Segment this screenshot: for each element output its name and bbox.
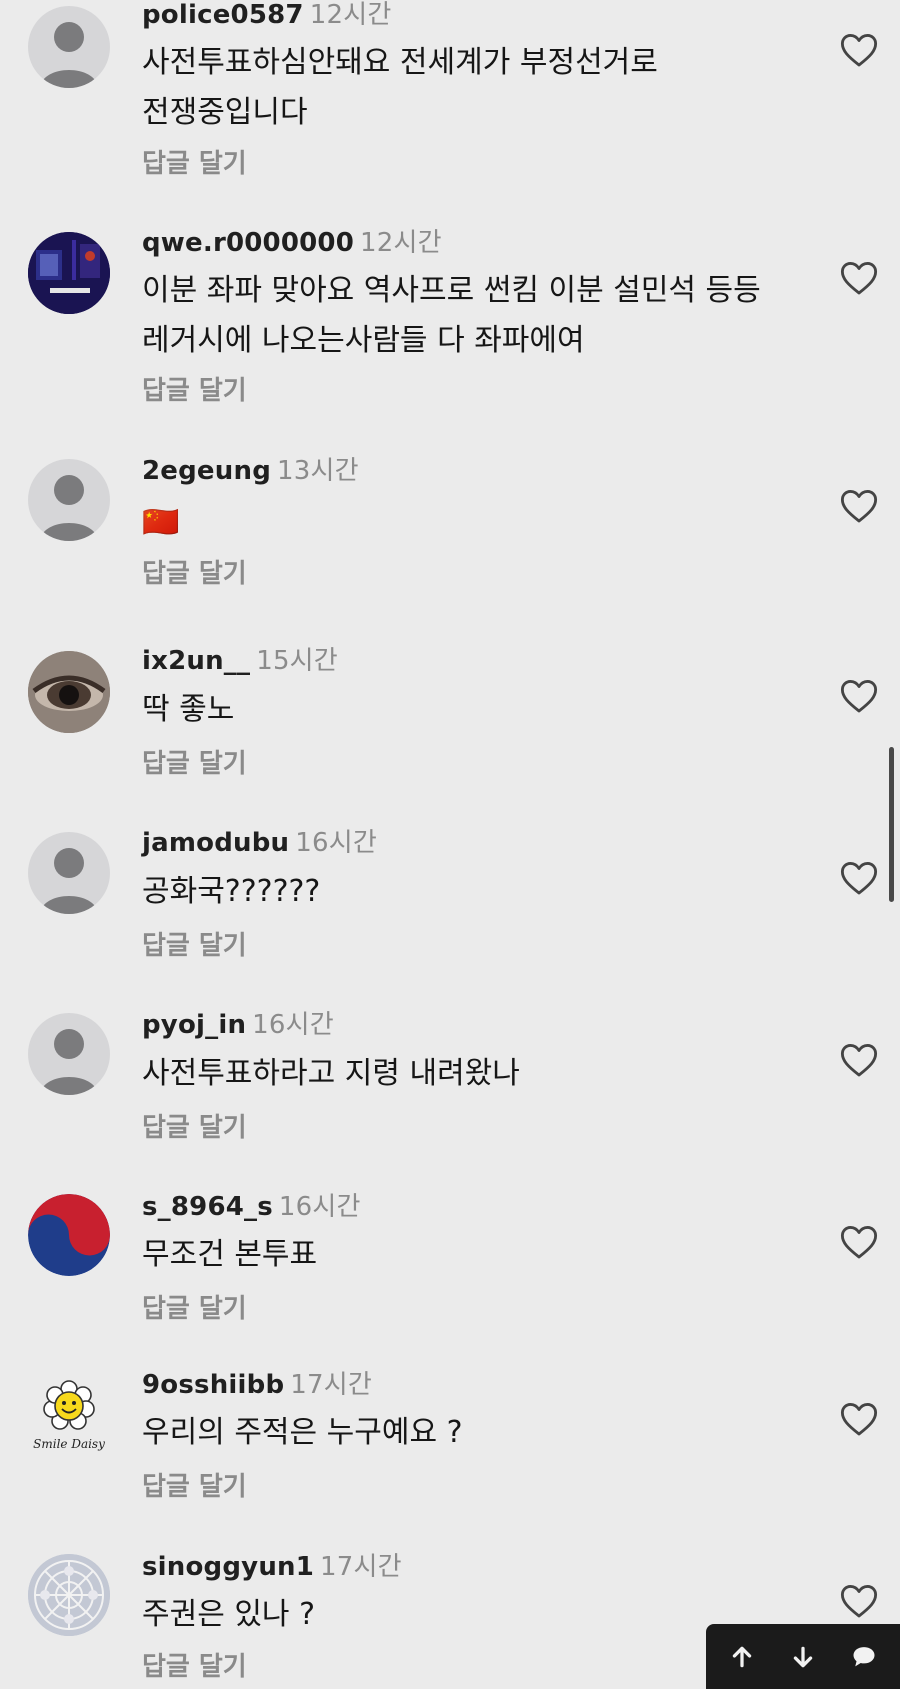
comment-line: 이분 좌파 맞아요 역사프로 썬킴 이분 설민석 등등 [142,273,761,308]
comment-line: 🇨🇳 [142,505,180,540]
comment-line: 레거시에 나오는사람들 다 좌파에여 [142,323,585,358]
reply-button[interactable]: 답글 달기 [142,925,247,962]
username[interactable]: jamodubu [142,828,289,858]
avatar[interactable] [28,832,110,914]
comment-text: 딱 좋노 [142,685,234,735]
comment-list: police0587 12시간 사전투표하심안돼요 전세계가 부정선거로 전쟁중입… [0,0,900,1689]
timestamp: 15시간 [256,646,338,676]
comments-button[interactable] [840,1633,888,1681]
eye-photo-avatar [28,651,110,733]
comment-header: ix2un__ 15시간 [142,640,338,677]
comment-text: 사전투표하심안돼요 전세계가 부정선거로 전쟁중입니다 [142,38,658,138]
reply-button[interactable]: 답글 달기 [142,1288,247,1325]
comment-line: 주권은 있나 ? [142,1597,315,1632]
heart-icon[interactable] [840,32,878,68]
floating-nav-bar [706,1624,900,1689]
reply-button[interactable]: 답글 달기 [142,1107,247,1144]
username[interactable]: qwe.r0000000 [142,228,354,258]
scroll-down-button[interactable] [779,1633,827,1681]
username[interactable]: police0587 [142,0,304,30]
taegeuk-avatar [28,1194,110,1276]
comment-header: sinoggyun1 17시간 [142,1546,402,1583]
username[interactable]: ix2un__ [142,646,250,676]
comment-line: 우리의 주적은 누구예요 ? [142,1415,463,1450]
avatar[interactable] [28,651,110,733]
heart-icon[interactable] [840,1401,878,1437]
comment-header: s_8964_s 16시간 [142,1186,361,1223]
comment-text: 이분 좌파 맞아요 역사프로 썬킴 이분 설민석 등등 레거시에 나오는사람들 … [142,266,761,366]
heart-icon[interactable] [840,1583,878,1619]
default-avatar-icon [40,1029,98,1095]
default-avatar-icon [40,475,98,541]
comment-header: qwe.r0000000 12시간 [142,222,442,259]
comment-header: jamodubu 16시간 [142,822,377,859]
username[interactable]: 9osshiibb [142,1370,284,1400]
smile-daisy-logo-text: Smile Daisy [33,1437,105,1451]
scrollbar[interactable] [889,747,894,902]
heart-icon[interactable] [840,678,878,714]
username[interactable]: pyoj_in [142,1010,246,1040]
comment-line: 사전투표하심안돼요 전세계가 부정선거로 [142,45,658,80]
avatar[interactable] [28,232,110,314]
comment-header: 2egeung 13시간 [142,450,359,487]
username[interactable]: sinoggyun1 [142,1552,314,1582]
arrow-up-icon [733,1646,752,1667]
default-avatar-icon [40,22,98,88]
lace-pattern-avatar [28,1554,110,1636]
comment-line: 전쟁중입니다 [142,95,308,130]
avatar[interactable] [28,1554,110,1636]
timestamp: 16시간 [252,1010,334,1040]
comment-line: 공화국?????? [142,874,321,909]
heart-icon[interactable] [840,488,878,524]
comment-header: police0587 12시간 [142,0,391,31]
comment-line: 무조건 본투표 [142,1237,318,1272]
timestamp: 16시간 [278,1192,361,1222]
comment-line: 딱 좋노 [142,692,235,727]
timestamp: 16시간 [295,828,377,858]
avatar[interactable]: Smile Daisy [28,1372,110,1454]
reply-button[interactable]: 답글 달기 [142,553,247,590]
avatar[interactable] [28,459,110,541]
comment-header: 9osshiibb 17시간 [142,1364,372,1401]
heart-icon[interactable] [840,860,878,896]
timestamp: 17시간 [320,1552,402,1582]
timestamp: 17시간 [290,1370,372,1400]
avatar[interactable] [28,6,110,88]
username[interactable]: s_8964_s [142,1192,273,1222]
comment-line: 사전투표하라고 지령 내려왔나 [142,1056,520,1091]
heart-icon[interactable] [840,260,878,296]
default-avatar-icon [40,848,98,914]
scroll-up-button[interactable] [718,1633,766,1681]
reply-button[interactable]: 답글 달기 [142,143,247,180]
comment-text: 우리의 주적은 누구예요 ? [142,1408,463,1458]
speech-bubble-icon [853,1646,875,1666]
timestamp: 13시간 [277,456,359,486]
dark-poster-avatar [28,232,110,314]
avatar[interactable] [28,1194,110,1276]
heart-icon[interactable] [840,1224,878,1260]
reply-button[interactable]: 답글 달기 [142,1466,247,1503]
reply-button[interactable]: 답글 달기 [142,743,247,780]
reply-button[interactable]: 답글 달기 [142,370,247,407]
smile-daisy-avatar: Smile Daisy [33,1380,105,1451]
comment-text: 주권은 있나 ? [142,1590,315,1640]
comment-text: 무조건 본투표 [142,1230,317,1280]
reply-button[interactable]: 답글 달기 [142,1646,247,1683]
username[interactable]: 2egeung [142,456,271,486]
comment-text: 사전투표하라고 지령 내려왔나 [142,1049,520,1099]
arrow-down-icon [793,1646,813,1667]
comment-header: pyoj_in 16시간 [142,1004,334,1041]
avatar[interactable] [28,1013,110,1095]
heart-icon[interactable] [840,1042,878,1078]
comment-text: 🇨🇳 [142,498,179,548]
timestamp: 12시간 [360,228,442,258]
timestamp: 12시간 [309,0,392,30]
comment-text: 공화국?????? [142,867,320,917]
